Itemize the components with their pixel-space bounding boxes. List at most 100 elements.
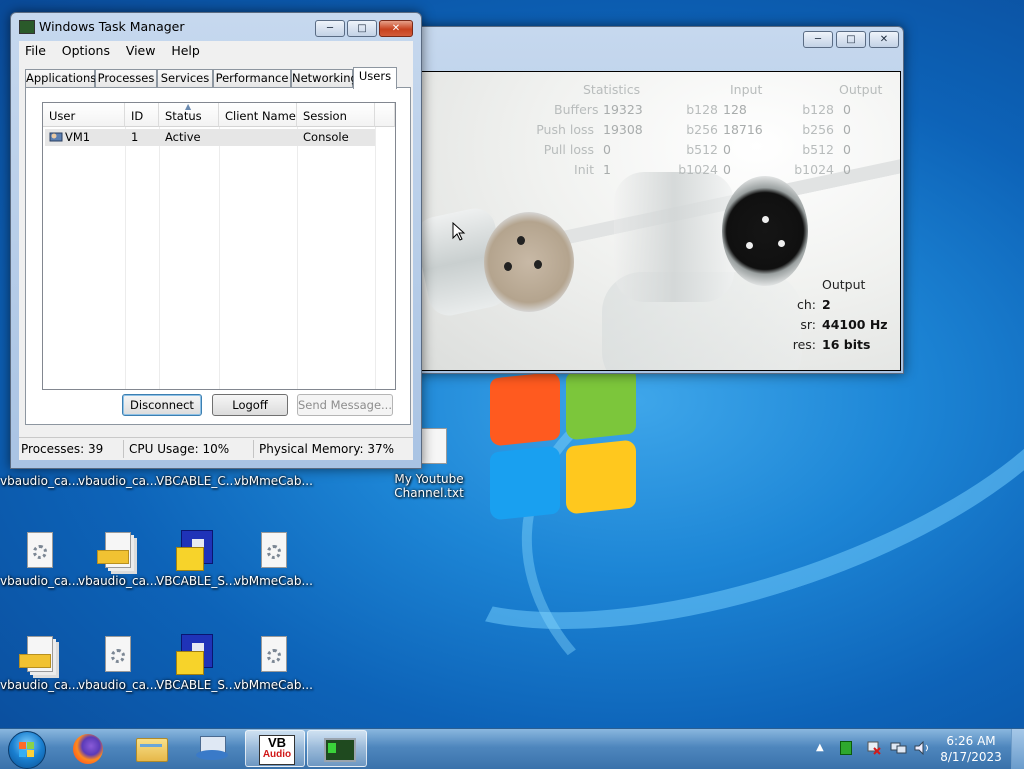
input-buffer-label: b512 xyxy=(686,142,718,157)
action-center-flag-icon[interactable] xyxy=(866,741,881,755)
tab-networking[interactable]: Networking xyxy=(291,69,358,87)
network-status-icon[interactable] xyxy=(890,741,907,755)
column-header-client-name[interactable]: Client Name xyxy=(219,103,297,127)
vbcable-tray-icon[interactable] xyxy=(840,741,852,755)
menu-view[interactable]: View xyxy=(120,41,162,58)
desktop-icon-label: VBCABLE_S... xyxy=(156,574,237,588)
vbcable-titlebar[interactable]: ─ □ ✕ xyxy=(411,27,903,53)
users-list: User ID Status Client Name Session ▲ VM1… xyxy=(42,102,396,390)
tab-users[interactable]: Users xyxy=(353,67,397,89)
minimize-button[interactable]: ─ xyxy=(315,20,345,37)
desktop-icon[interactable]: vbaudio_ca... xyxy=(78,634,157,692)
task-manager-icon[interactable] xyxy=(307,730,367,767)
file-explorer-icon[interactable] xyxy=(120,730,180,767)
task-manager-body: Applications Processes Services Performa… xyxy=(19,61,413,460)
close-button[interactable]: ✕ xyxy=(379,20,413,37)
input-buffer-value: 0 xyxy=(723,142,731,157)
cell-user: VM1 xyxy=(65,130,91,144)
setup-floppy-icon xyxy=(176,634,213,675)
output-buffer-value: 0 xyxy=(843,102,851,117)
vb-logo-text: VB xyxy=(267,735,287,750)
resolution-label: res: xyxy=(792,337,816,352)
sample-rate-label: sr: xyxy=(800,317,816,332)
desktop-icon[interactable]: vbaudio_ca... xyxy=(78,530,158,588)
desktop-icon-label: My Youtube Channel.txt xyxy=(394,472,464,500)
disconnect-button[interactable]: Disconnect xyxy=(122,394,202,416)
desktop-icon-label: vbMmeCab... xyxy=(234,678,313,692)
task-manager-titlebar[interactable]: Windows Task Manager ─ □ ✕ xyxy=(11,13,421,39)
xlr-female-connector xyxy=(484,212,574,312)
desktop-icon-label: vbaudio_ca... xyxy=(0,678,80,692)
network-icon[interactable] xyxy=(182,730,242,767)
settings-file-icon xyxy=(255,530,291,570)
stat-value: 0 xyxy=(603,142,611,157)
settings-file-icon xyxy=(255,634,291,674)
menu-help[interactable]: Help xyxy=(165,41,206,58)
menu-options[interactable]: Options xyxy=(56,41,116,58)
desktop-icon[interactable]: vbMmeCab... xyxy=(234,474,313,488)
show-desktop-button[interactable] xyxy=(1011,729,1024,769)
column-header-user[interactable]: User xyxy=(43,103,125,127)
minimize-button[interactable]: ─ xyxy=(803,31,833,48)
desktop-icon[interactable]: vbMmeCab... xyxy=(234,530,313,588)
input-buffer-value: 0 xyxy=(723,162,731,177)
tab-applications[interactable]: Applications xyxy=(25,69,96,87)
close-button[interactable]: ✕ xyxy=(869,31,899,48)
tab-processes[interactable]: Processes xyxy=(95,69,157,87)
firefox-icon[interactable] xyxy=(58,730,118,767)
settings-file-icon xyxy=(99,634,135,674)
cable-sleeve xyxy=(614,172,734,302)
column-header-session[interactable]: Session xyxy=(297,103,375,127)
output-buffer-label: b256 xyxy=(802,122,834,137)
output-heading: Output xyxy=(822,277,866,292)
desktop-icon[interactable]: vbaudio_ca... xyxy=(0,530,80,588)
desktop-icon-label: vbaudio_ca... xyxy=(0,474,80,488)
start-orb-icon[interactable] xyxy=(8,731,46,769)
output-buffer-value: 0 xyxy=(843,122,851,137)
desktop-icon[interactable]: vbMmeCab... xyxy=(234,634,313,692)
stat-label: Init xyxy=(574,162,594,177)
table-row[interactable]: VM1 1 Active Console xyxy=(45,129,375,146)
stat-label: Pull loss xyxy=(543,142,594,157)
cell-id: 1 xyxy=(131,130,139,144)
maximize-button[interactable]: □ xyxy=(836,31,866,48)
desktop-icon[interactable]: vbaudio_ca... xyxy=(78,474,157,488)
output-buffer-label: b512 xyxy=(802,142,834,157)
tab-performance[interactable]: Performance xyxy=(213,69,291,87)
menu-file[interactable]: File xyxy=(19,41,52,58)
window-title: Windows Task Manager xyxy=(39,19,185,34)
system-clock[interactable]: 6:26 AM 8/17/2023 xyxy=(940,733,1002,765)
output-buffer-label: b1024 xyxy=(794,162,834,177)
output-stat-heading: Output xyxy=(839,82,883,97)
channels-label: ch: xyxy=(796,297,816,312)
stat-value: 19308 xyxy=(603,122,643,137)
speaker-volume-icon[interactable] xyxy=(914,740,930,756)
tab-services[interactable]: Services xyxy=(157,69,213,87)
desktop-icon-label: vbaudio_ca... xyxy=(78,574,158,588)
output-buffer-value: 0 xyxy=(843,162,851,177)
desktop-icon[interactable]: vbaudio_ca... xyxy=(0,474,80,488)
maximize-button[interactable]: □ xyxy=(347,20,377,37)
task-manager-window[interactable]: Windows Task Manager ─ □ ✕ File Options … xyxy=(10,12,422,469)
send-message-button[interactable]: Send Message... xyxy=(297,394,393,416)
input-buffer-label: b1024 xyxy=(678,162,718,177)
process-count: Processes: 39 xyxy=(21,442,104,456)
desktop-icon[interactable]: VBCABLE_C... xyxy=(156,474,237,488)
resolution-value: 16 bits xyxy=(822,337,871,352)
taskbar: VB Audio ▲ 6:26 AM 8/17/2023 xyxy=(0,728,1024,769)
xlr-male-connector xyxy=(722,176,808,286)
catalog-file-icon xyxy=(97,530,135,570)
column-header-id[interactable]: ID xyxy=(125,103,159,127)
status-bar: Processes: 39 CPU Usage: 10% Physical Me… xyxy=(19,437,413,460)
desktop-icon[interactable]: vbaudio_ca... xyxy=(0,634,80,692)
vbcable-control-panel-window[interactable]: ─ □ ✕ Statistics Input Output Buffers 19… xyxy=(410,26,904,374)
setup-floppy-icon xyxy=(176,530,213,571)
vb-audio-icon[interactable]: VB Audio xyxy=(245,730,305,767)
desktop-icon[interactable]: VBCABLE_S... xyxy=(156,634,236,692)
desktop-icon-label: vbaudio_ca... xyxy=(0,574,80,588)
desktop-icon[interactable]: VBCABLE_S... xyxy=(156,530,237,588)
stat-label: Push loss xyxy=(536,122,594,137)
show-hidden-icons-chevron-icon[interactable]: ▲ xyxy=(816,742,824,753)
desktop-icon-label: vbMmeCab... xyxy=(234,474,313,488)
logoff-button[interactable]: Logoff xyxy=(212,394,288,416)
